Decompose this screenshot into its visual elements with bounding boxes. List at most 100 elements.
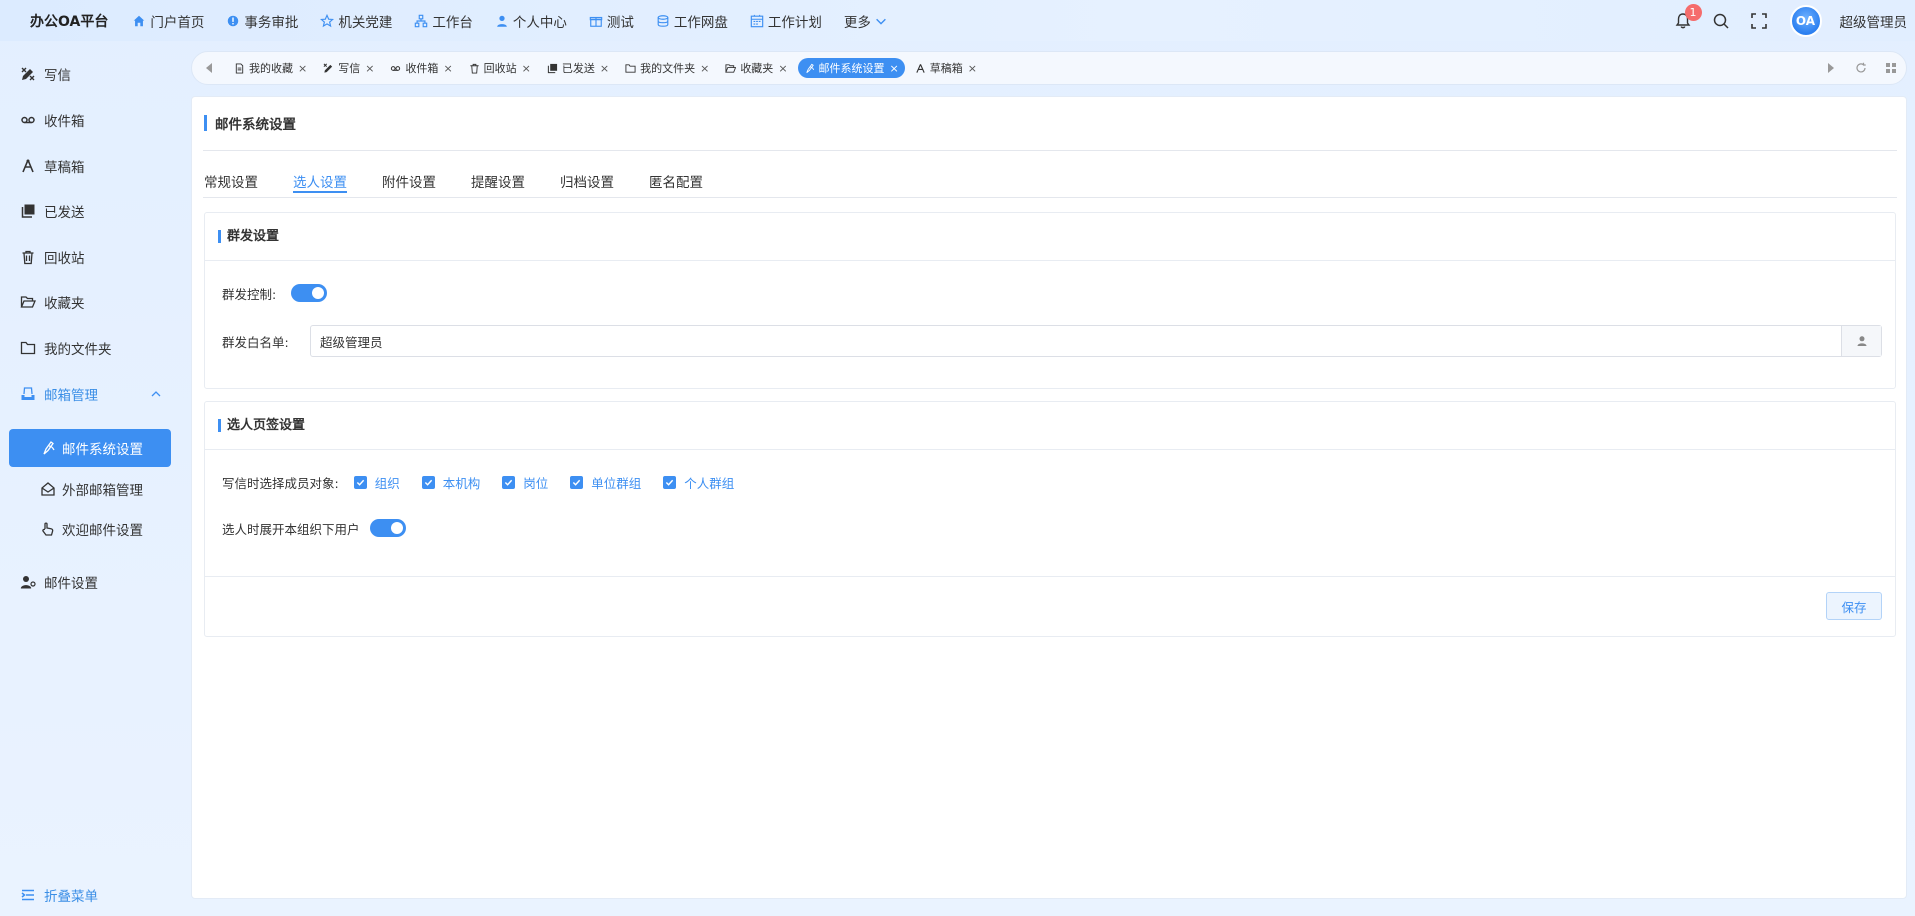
tabs-scroll-right-button[interactable] [1820, 57, 1842, 79]
sidebar-item-trash[interactable]: 回收站 [20, 247, 85, 267]
sidebar-item-favorites[interactable]: 收藏夹 [20, 292, 85, 312]
sidebar-item-inbox[interactable]: 收件箱 [20, 110, 85, 130]
tab-mail-system-settings[interactable]: 邮件系统设置 × [797, 58, 905, 78]
external-mail-icon [40, 481, 56, 497]
close-icon[interactable]: × [443, 62, 452, 75]
database-icon [656, 14, 670, 28]
nav-item-more[interactable]: 更多 [844, 11, 888, 31]
trash-icon [20, 249, 36, 265]
group-send-control-label: 群发控制: [222, 286, 277, 302]
sidebar-subitem-label: 外部邮箱管理 [62, 483, 143, 499]
card-title: 群发设置 [218, 230, 279, 243]
tab-picker-settings[interactable]: 选人设置 [293, 171, 347, 193]
collapse-menu-label: 折叠菜单 [44, 889, 98, 905]
tab-archive-settings[interactable]: 归档设置 [560, 171, 614, 193]
tab-general-settings[interactable]: 常规设置 [204, 171, 258, 193]
tab-anonymous-config[interactable]: 匿名配置 [649, 171, 703, 193]
nav-item-label: 工作网盘 [673, 14, 728, 31]
sidebar-subitem-welcome-mail[interactable]: 欢迎邮件设置 [40, 519, 143, 539]
sidebar-item-my-folders[interactable]: 我的文件夹 [20, 338, 112, 358]
checkbox-unit-group[interactable]: 单位群组 [570, 473, 641, 492]
draft-icon [20, 158, 36, 174]
checkbox-label: 本机构 [442, 475, 481, 491]
whitelist-input[interactable] [311, 326, 1841, 356]
expand-org-users-switch[interactable] [369, 519, 406, 537]
close-icon[interactable]: × [700, 62, 709, 75]
nav-item-label: 测试 [606, 14, 634, 31]
tab-strip: 我的收藏 × 写信 × 收件箱 × 回收站 × 已发送 × 我的文件夹 × 收藏… [191, 51, 1907, 85]
tab-inbox[interactable]: 收件箱 × [384, 58, 458, 78]
bell-icon[interactable]: 1 [1674, 3, 1702, 30]
avatar[interactable]: OA [1789, 4, 1822, 37]
tab-my-favorites[interactable]: 我的收藏 × [228, 58, 313, 78]
checkbox-checked-icon [570, 475, 584, 489]
nav-item-workbench[interactable]: 工作台 [414, 11, 473, 31]
sidebar-item-write[interactable]: 写信 [20, 64, 71, 84]
close-icon[interactable]: × [365, 62, 374, 75]
group-send-control-switch[interactable] [291, 284, 328, 302]
sidebar-subitem-mail-system-settings[interactable]: 邮件系统设置 [9, 429, 171, 467]
sidebar-item-sent[interactable]: 已发送 [20, 201, 85, 221]
close-icon[interactable]: × [890, 62, 899, 75]
settings-tabs: 常规设置 选人设置 附件设置 提醒设置 归档设置 匿名配置 [204, 171, 738, 193]
nav-item-approval[interactable]: 事务审批 [226, 11, 298, 31]
fullscreen-icon[interactable] [1750, 12, 1768, 30]
close-icon[interactable]: × [522, 62, 531, 75]
sidebar-item-label: 我的文件夹 [44, 342, 112, 358]
sent-icon [547, 63, 558, 74]
checkbox-personal-group[interactable]: 个人群组 [663, 473, 734, 492]
whitelist-field [310, 325, 1882, 357]
checkbox-institution[interactable]: 本机构 [421, 473, 481, 492]
sidebar-group-label: 邮箱管理 [44, 388, 98, 404]
nav-item-home[interactable]: 门户首页 [132, 11, 204, 31]
tab-my-folders[interactable]: 我的文件夹 × [619, 58, 715, 78]
user-icon [1857, 336, 1866, 346]
star-icon [320, 13, 335, 28]
sidebar-item-mail-settings[interactable]: 邮件设置 [20, 572, 98, 592]
member-objects-row: 写信时选择成员对象: 组织 本机构 岗位 单位群组 个人群组 [222, 472, 756, 492]
refresh-button[interactable] [1850, 57, 1872, 79]
close-icon[interactable]: × [968, 62, 977, 75]
nav-item-label: 事务审批 [244, 14, 299, 31]
tab-attachment-settings[interactable]: 附件设置 [382, 171, 436, 193]
select-user-button[interactable] [1841, 326, 1881, 356]
tab-label: 邮件系统设置 [818, 62, 885, 75]
tab-write[interactable]: 写信 × [317, 58, 380, 78]
close-icon[interactable]: × [600, 62, 609, 75]
tab-trash[interactable]: 回收站 × [463, 58, 537, 78]
tabs-scroll-left-button[interactable] [198, 57, 220, 79]
tab-label: 我的收藏 [249, 62, 293, 75]
draft-icon [915, 63, 926, 74]
sidebar: 写信 收件箱 草稿箱 已发送 回收站 收藏夹 我的文件夹 邮箱管理 邮件系统设置… [0, 41, 187, 916]
refresh-icon [1856, 62, 1866, 73]
close-icon[interactable]: × [778, 62, 787, 75]
doc-icon [234, 62, 245, 74]
user-icon [495, 14, 509, 28]
tab-sent[interactable]: 已发送 × [541, 58, 615, 78]
tab-label: 我的文件夹 [640, 62, 696, 75]
sidebar-subitem-external-mail[interactable]: 外部邮箱管理 [40, 479, 143, 499]
nav-item-disk[interactable]: 工作网盘 [656, 11, 728, 31]
mailbox-manage-icon [20, 386, 36, 402]
sidebar-item-drafts[interactable]: 草稿箱 [20, 156, 85, 176]
checkbox-position[interactable]: 岗位 [502, 473, 548, 492]
nav-item-personal[interactable]: 个人中心 [495, 11, 567, 31]
checkbox-org[interactable]: 组织 [353, 473, 400, 492]
search-icon[interactable] [1712, 12, 1730, 30]
tab-drafts[interactable]: 草稿箱 × [909, 58, 983, 78]
folder-icon [20, 340, 36, 356]
tab-menu-button[interactable] [1880, 57, 1902, 79]
nav-item-party[interactable]: 机关党建 [320, 11, 392, 31]
username[interactable]: 超级管理员 [1840, 11, 1908, 31]
collapse-menu-button[interactable]: 折叠菜单 [20, 885, 98, 905]
tab-favorites[interactable]: 收藏夹 × [719, 58, 793, 78]
group-send-card: 群发设置 群发控制: 群发白名单: [204, 212, 1896, 389]
nav-item-plan[interactable]: 工作计划 [750, 11, 822, 31]
sidebar-group-mailbox-manage[interactable]: 邮箱管理 [20, 384, 161, 404]
nav-item-label: 工作台 [432, 14, 473, 31]
nav-item-test[interactable]: 测试 [589, 11, 634, 31]
close-icon[interactable]: × [298, 62, 307, 75]
checkbox-checked-icon [421, 475, 435, 489]
save-button[interactable]: 保存 [1826, 592, 1882, 620]
tab-reminder-settings[interactable]: 提醒设置 [471, 171, 525, 193]
